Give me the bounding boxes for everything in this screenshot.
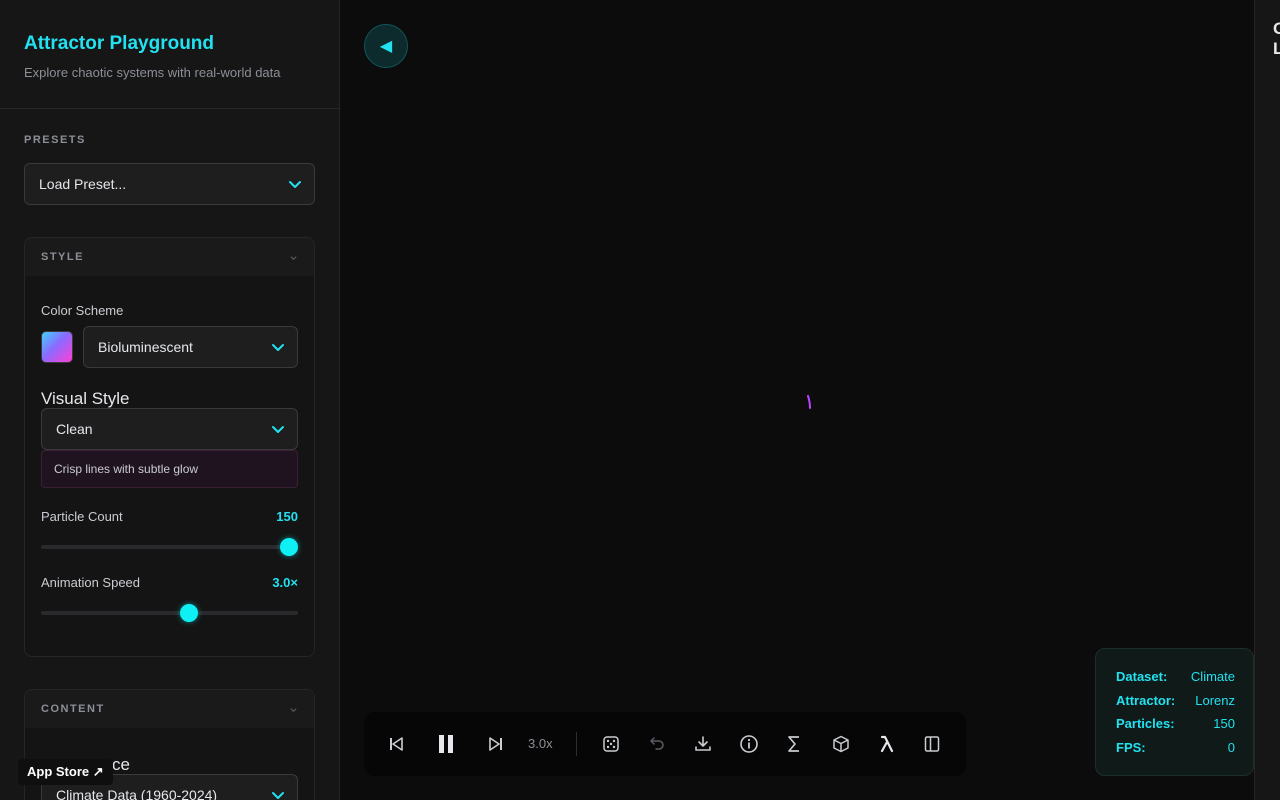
info-icon bbox=[740, 735, 758, 753]
pause-icon bbox=[439, 735, 453, 753]
stat-particles-label: Particles: bbox=[1116, 716, 1175, 731]
download-icon bbox=[695, 736, 711, 751]
data-source-value: Climate Data (1960-2024) bbox=[56, 787, 218, 800]
chevron-down-icon bbox=[272, 426, 284, 433]
presets-label: PRESETS bbox=[24, 134, 86, 146]
app-title: Attractor Playground bbox=[24, 33, 215, 54]
stat-fps-label: FPS: bbox=[1116, 740, 1146, 755]
stat-fps: FPS: 0 bbox=[1116, 740, 1235, 755]
animation-speed-slider-thumb[interactable] bbox=[179, 604, 198, 622]
content-panel-header[interactable]: CONTENT bbox=[25, 690, 314, 728]
chevron-down-icon bbox=[289, 181, 301, 188]
right-panel-text-line1: G bbox=[1273, 19, 1280, 39]
undo-icon bbox=[650, 737, 664, 750]
chevron-down-icon bbox=[290, 707, 297, 712]
lambda-icon bbox=[880, 735, 894, 753]
right-side-panel: G L bbox=[1254, 0, 1280, 800]
color-scheme-select[interactable]: Bioluminescent bbox=[83, 326, 298, 368]
skip-back-button[interactable] bbox=[384, 732, 408, 756]
color-scheme-swatch[interactable] bbox=[41, 331, 73, 363]
visual-style-value: Clean bbox=[56, 421, 93, 437]
sigma-button[interactable] bbox=[782, 732, 806, 756]
sidebar-header: Attractor Playground Explore chaotic sys… bbox=[0, 0, 339, 109]
preset-select[interactable]: Load Preset... bbox=[24, 163, 315, 205]
animation-speed-value: 3.0× bbox=[272, 575, 298, 590]
stat-attractor-label: Attractor: bbox=[1116, 693, 1176, 708]
skip-forward-icon bbox=[489, 737, 502, 751]
stat-dataset: Dataset: Climate bbox=[1116, 669, 1235, 684]
chevron-down-icon bbox=[272, 792, 284, 799]
visual-style-select[interactable]: Clean bbox=[41, 408, 298, 450]
sigma-icon bbox=[788, 736, 799, 752]
stat-attractor: Attractor: Lorenz bbox=[1116, 693, 1235, 708]
app-store-link[interactable]: App Store ↗ bbox=[18, 759, 113, 785]
style-panel-title: STYLE bbox=[41, 251, 84, 263]
playback-toolbar: 3.0x bbox=[364, 712, 966, 776]
preset-select-value: Load Preset... bbox=[39, 176, 127, 192]
content-panel-title: CONTENT bbox=[41, 703, 105, 715]
skip-forward-button[interactable] bbox=[484, 732, 508, 756]
app-subtitle: Explore chaotic systems with real-world … bbox=[24, 65, 281, 80]
particle-count-value: 150 bbox=[276, 509, 298, 524]
cube-icon bbox=[833, 735, 849, 753]
stat-dataset-value: Climate bbox=[1190, 669, 1235, 684]
panel-icon bbox=[924, 736, 940, 752]
particle-count-slider[interactable] bbox=[41, 545, 298, 549]
stat-attractor-value: Lorenz bbox=[1195, 693, 1235, 708]
3d-view-button[interactable] bbox=[829, 732, 853, 756]
attractor-canvas[interactable]: ◀ 3.0x Dataset: Climate Attractor: Loren… bbox=[340, 0, 1254, 800]
data-source-label: ce bbox=[112, 755, 130, 774]
color-scheme-label: Color Scheme bbox=[41, 303, 124, 318]
toggle-panel-button[interactable] bbox=[920, 732, 944, 756]
speed-indicator: 3.0x bbox=[528, 736, 553, 751]
chevron-down-icon bbox=[272, 344, 284, 351]
lambda-button[interactable] bbox=[875, 732, 899, 756]
stats-overlay: Dataset: Climate Attractor: Lorenz Parti… bbox=[1095, 648, 1254, 776]
stat-fps-value: 0 bbox=[1227, 740, 1235, 755]
skip-back-icon bbox=[390, 737, 403, 751]
right-panel-text-line2: L bbox=[1273, 39, 1280, 59]
particle-count-label: Particle Count bbox=[41, 509, 123, 524]
chevron-down-icon bbox=[290, 255, 297, 260]
particle-count-slider-thumb[interactable] bbox=[280, 538, 298, 556]
info-button[interactable] bbox=[737, 732, 761, 756]
download-button[interactable] bbox=[691, 732, 715, 756]
randomize-button[interactable] bbox=[599, 732, 623, 756]
color-scheme-value: Bioluminescent bbox=[98, 339, 193, 355]
undo-button[interactable] bbox=[645, 732, 669, 756]
collapse-sidebar-button[interactable]: ◀ bbox=[364, 24, 408, 68]
animation-speed-label: Animation Speed bbox=[41, 575, 141, 590]
dice-icon bbox=[603, 736, 619, 752]
animation-speed-slider[interactable] bbox=[41, 611, 298, 615]
toolbar-divider bbox=[576, 732, 577, 756]
visual-style-hint: Crisp lines with subtle glow bbox=[41, 450, 298, 488]
visual-style-label: Visual Style bbox=[41, 389, 130, 408]
stat-particles-value: 150 bbox=[1213, 716, 1235, 731]
stat-particles: Particles: 150 bbox=[1116, 716, 1235, 731]
particle-trail bbox=[807, 395, 811, 409]
style-panel-header[interactable]: STYLE bbox=[25, 238, 314, 276]
pause-button[interactable] bbox=[434, 732, 458, 756]
sidebar: Attractor Playground Explore chaotic sys… bbox=[0, 0, 340, 800]
stat-dataset-label: Dataset: bbox=[1116, 669, 1168, 684]
triangle-left-icon: ◀ bbox=[379, 38, 393, 55]
